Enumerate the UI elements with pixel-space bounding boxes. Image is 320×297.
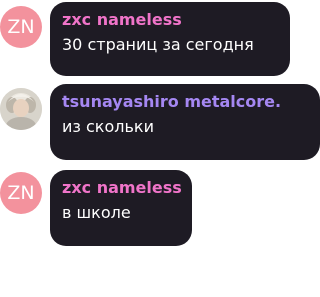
message-author[interactable]: zxc nameless bbox=[62, 178, 182, 198]
message-bubble: zxc nameless в школе bbox=[50, 170, 192, 246]
avatar-initials: ZN bbox=[7, 182, 35, 204]
chat-message-list: ZN zxc nameless 30 страниц за сегодня ts… bbox=[0, 0, 320, 297]
message-bubble: zxc nameless 30 страниц за сегодня bbox=[50, 2, 290, 76]
message-text: в школе bbox=[62, 203, 131, 222]
message-author[interactable]: tsunayashiro metalcore. bbox=[62, 92, 308, 112]
message-item[interactable]: tsunayashiro metalcore. из скольки bbox=[0, 84, 320, 164]
avatar[interactable]: ZN bbox=[0, 6, 42, 48]
message-text: из скольки bbox=[62, 117, 154, 136]
message-item[interactable]: ZN zxc nameless 30 страниц за сегодня bbox=[0, 0, 320, 80]
message-item[interactable]: ZN zxc nameless в школе bbox=[0, 170, 320, 250]
message-author[interactable]: zxc nameless bbox=[62, 10, 278, 30]
avatar-initials: ZN bbox=[7, 16, 35, 38]
message-text: 30 страниц за сегодня bbox=[62, 35, 254, 54]
message-bubble: tsunayashiro metalcore. из скольки bbox=[50, 84, 320, 160]
profile-photo-icon bbox=[0, 88, 42, 130]
avatar[interactable]: ZN bbox=[0, 172, 42, 214]
avatar[interactable] bbox=[0, 88, 42, 130]
